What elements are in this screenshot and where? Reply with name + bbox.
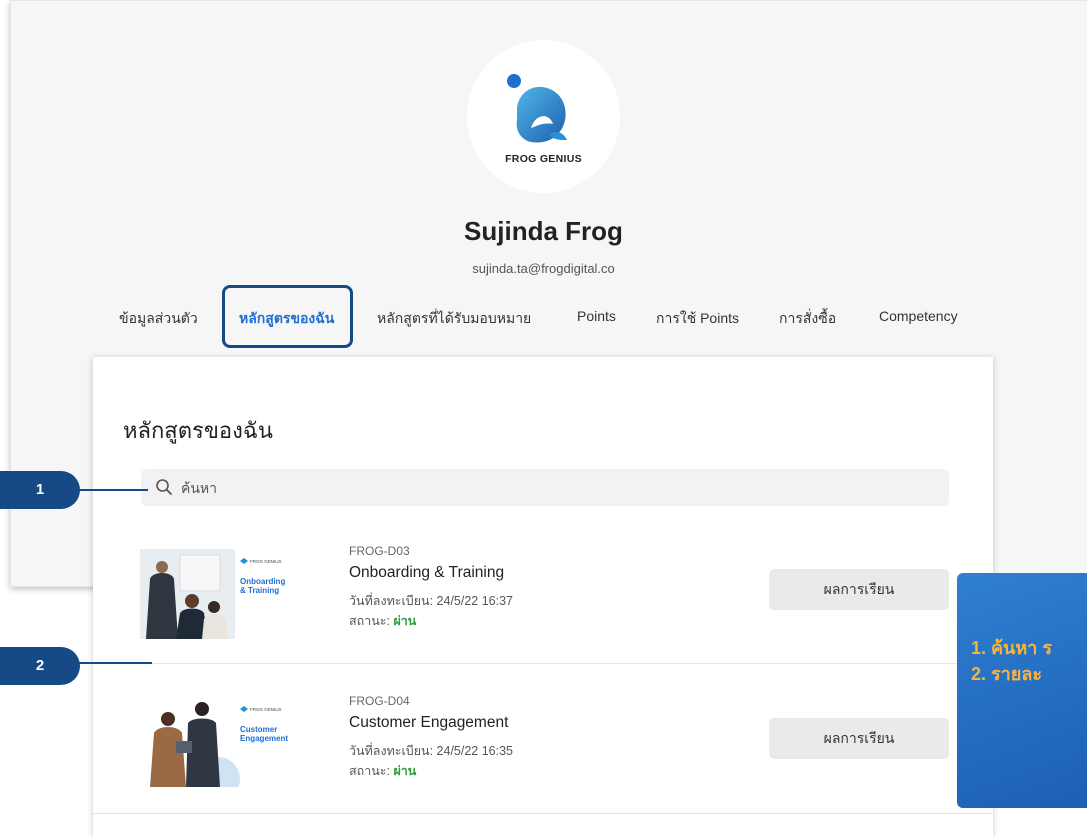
logo-text: FROG GENIUS <box>505 153 582 165</box>
user-name: Sujinda Frog <box>464 216 623 246</box>
callout-info-box: 1. ค้นหา ร 2. รายละ <box>957 573 1087 808</box>
course-thumbnail-image: FROG GENIUS Onboarding & Training <box>140 549 330 639</box>
callout-line-1 <box>78 489 148 491</box>
course-register-date: วันที่ลงทะเบียน: 24/5/22 16:35 <box>349 744 514 758</box>
course-name: Onboarding & Training <box>349 564 505 581</box>
course-code: FROG-D04 <box>349 694 410 708</box>
tab-orders[interactable]: การสั่งซื้อ <box>779 308 836 330</box>
course-status-value: ผ่าน <box>393 764 417 778</box>
course-row: FROG GENIUS Onboarding & Training FROG-D… <box>93 527 993 677</box>
thumb-title-line2: Engagement <box>240 734 288 743</box>
tab-assigned-courses[interactable]: หลักสูตรที่ได้รับมอบหมาย <box>377 308 531 330</box>
view-results-button[interactable]: ผลการเรียน <box>769 718 949 759</box>
tab-points[interactable]: Points <box>577 308 616 324</box>
thumb-title-line1: Onboarding <box>240 577 285 586</box>
my-courses-panel: หลักสูตรของฉัน FROG GENIUS Onboarding <box>93 357 993 837</box>
active-tab-highlight <box>222 285 353 348</box>
course-thumbnail[interactable]: FROG GENIUS Customer Engagement <box>140 697 330 801</box>
course-status: สถานะ: ผ่าน <box>349 761 416 781</box>
course-status-label: สถานะ: <box>349 764 390 778</box>
info-line-2: 2. รายละ <box>971 664 1043 684</box>
frog-logo-icon <box>507 74 567 143</box>
tab-points-usage[interactable]: การใช้ Points <box>656 308 739 330</box>
tab-competency[interactable]: Competency <box>879 308 958 324</box>
row-divider <box>93 663 993 664</box>
search-icon <box>156 479 172 495</box>
course-status-label: สถานะ: <box>349 614 390 628</box>
thumb-brand-text: FROG GENIUS <box>250 707 282 712</box>
course-register-date: วันที่ลงทะเบียน: 24/5/22 16:37 <box>349 594 514 608</box>
view-results-button[interactable]: ผลการเรียน <box>769 569 949 610</box>
row-divider <box>93 813 993 814</box>
callout-line-2 <box>78 662 152 664</box>
thumb-title-line1: Customer <box>240 725 277 734</box>
panel-title: หลักสูตรของฉัน <box>123 418 273 443</box>
user-email: sujinda.ta@frogdigital.co <box>472 261 615 276</box>
course-thumbnail-image: FROG GENIUS Customer Engagement <box>140 697 330 801</box>
course-status-value: ผ่าน <box>393 614 417 628</box>
search-input[interactable] <box>179 477 883 499</box>
course-name: Customer Engagement <box>349 714 509 731</box>
course-row: FROG GENIUS Customer Engagement FROG-D04… <box>93 677 993 827</box>
course-status: สถานะ: ผ่าน <box>349 611 416 631</box>
tab-personal-info[interactable]: ข้อมูลส่วนตัว <box>119 308 198 330</box>
thumb-title-line2: & Training <box>240 586 279 595</box>
info-line-1: 1. ค้นหา ร <box>971 638 1052 658</box>
search-box[interactable] <box>141 469 949 506</box>
brand-logo: FROG GENIUS <box>467 40 620 193</box>
callout-marker-1: 1 <box>0 471 80 509</box>
course-thumbnail[interactable]: FROG GENIUS Onboarding & Training <box>140 549 330 639</box>
thumb-brand-text: FROG GENIUS <box>250 559 282 564</box>
course-code: FROG-D03 <box>349 544 410 558</box>
callout-marker-2: 2 <box>0 647 80 685</box>
